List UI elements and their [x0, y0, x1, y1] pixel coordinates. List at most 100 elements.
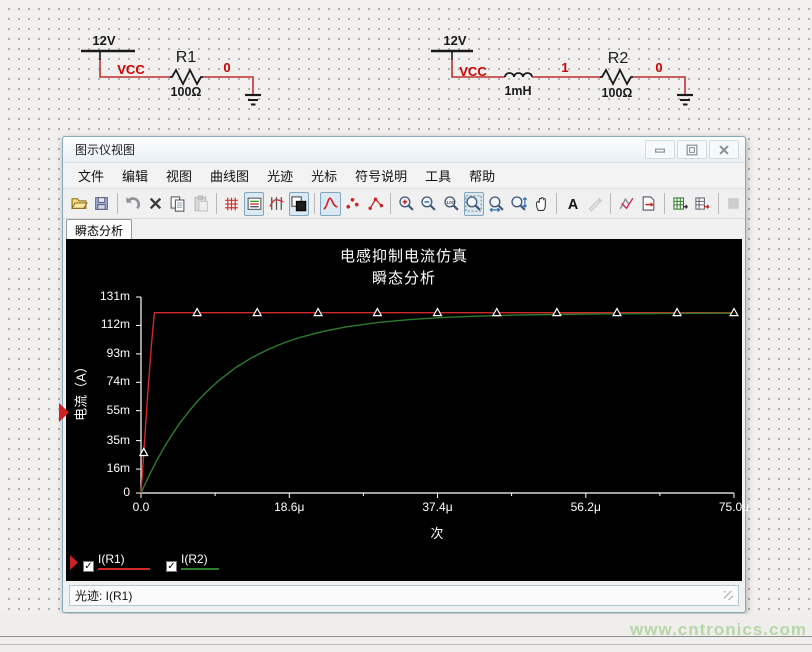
- edit-text-icon: [585, 192, 605, 216]
- minimize-button[interactable]: [645, 140, 675, 159]
- supply-label-left: 12V: [92, 33, 115, 48]
- status-text: 光迹: I(R1): [75, 587, 132, 604]
- menu-item-符号说明[interactable]: 符号说明: [346, 163, 416, 188]
- divider-line: [0, 644, 812, 645]
- net-label-vcc-right: VCC: [459, 64, 487, 79]
- minimize-icon: [653, 143, 667, 157]
- x-tick-label: 18.6μ: [259, 500, 319, 514]
- line-points-style-icon[interactable]: [365, 192, 385, 216]
- zoom-vertical-icon[interactable]: [509, 192, 529, 216]
- open-icon[interactable]: [69, 192, 89, 216]
- export-excel-icon[interactable]: [670, 192, 690, 216]
- legend-icon[interactable]: [244, 192, 264, 216]
- line-style-icon[interactable]: [320, 192, 340, 216]
- toolbar-separator: [216, 193, 217, 214]
- tab-bar: 瞬态分析: [63, 219, 745, 239]
- y-tick-label: 55m: [66, 403, 130, 417]
- watermark: www.cntronics.com: [630, 620, 807, 640]
- menu-item-视图[interactable]: 视图: [157, 163, 201, 188]
- invert-colors-icon[interactable]: [289, 192, 309, 216]
- legend-color-line: [181, 568, 219, 570]
- zoom-horizontal-icon[interactable]: [486, 192, 506, 216]
- menu-bar: 文件编辑视图曲线图光迹光标符号说明工具帮助: [63, 163, 745, 189]
- zoom-out-icon[interactable]: [419, 192, 439, 216]
- scatter-style-icon[interactable]: [343, 192, 363, 216]
- legend-label: I(R2): [181, 552, 219, 566]
- menu-item-文件[interactable]: 文件: [69, 163, 113, 188]
- y-tick-label: 0: [66, 485, 130, 499]
- paste-icon: [190, 192, 210, 216]
- net-label-0-right: 0: [655, 60, 662, 75]
- menu-item-编辑[interactable]: 编辑: [113, 163, 157, 188]
- toolbar-separator: [664, 193, 665, 214]
- ground-symbol-left[interactable]: [245, 95, 261, 105]
- toolbar-separator: [314, 193, 315, 214]
- y-tick-label: 74m: [66, 374, 130, 388]
- save-icon[interactable]: [91, 192, 111, 216]
- tab-transient-analysis[interactable]: 瞬态分析: [66, 219, 132, 239]
- refdes-r2: R2: [608, 50, 629, 67]
- legend-item-I(R1)[interactable]: ✓I(R1): [83, 552, 150, 572]
- x-tick-label: 75.0μ: [704, 500, 764, 514]
- plot[interactable]: [66, 239, 742, 581]
- value-r1: 100Ω: [171, 85, 202, 99]
- zoom-select-icon[interactable]: [464, 192, 484, 216]
- stop-icon: [724, 192, 744, 216]
- schematic-canvas[interactable]: 12V VCC R1 0 100Ω 12V VCC 1mH 1 R2 100Ω …: [0, 0, 812, 652]
- resistor-r1[interactable]: [170, 70, 203, 84]
- selected-legend-arrow: [70, 555, 79, 570]
- y-tick-label: 93m: [66, 346, 130, 360]
- text-icon[interactable]: A: [562, 192, 582, 216]
- refdes-r1: R1: [176, 49, 197, 66]
- vcc-symbol-right[interactable]: [431, 51, 473, 60]
- supply-label-right: 12V: [443, 33, 466, 48]
- wire[interactable]: [203, 77, 253, 95]
- toolbar-separator: [718, 193, 719, 214]
- x-tick-label: 56.2μ: [556, 500, 616, 514]
- vcc-symbol-left[interactable]: [81, 51, 135, 60]
- legend: ✓I(R1)✓I(R2): [70, 552, 235, 578]
- menu-item-光迹[interactable]: 光迹: [258, 163, 302, 188]
- export-data-icon[interactable]: [692, 192, 712, 216]
- toolbar-separator: [390, 193, 391, 214]
- status-bar: 光迹: I(R1): [63, 581, 745, 611]
- resize-grip[interactable]: [724, 591, 733, 600]
- delete-icon[interactable]: [145, 192, 165, 216]
- restore-button[interactable]: [677, 140, 707, 159]
- export-icon[interactable]: [638, 192, 658, 216]
- y-tick-label: 35m: [66, 433, 130, 447]
- show-cursors-icon[interactable]: [266, 192, 286, 216]
- ground-symbol-right[interactable]: [677, 95, 693, 105]
- menu-item-曲线图[interactable]: 曲线图: [201, 163, 258, 188]
- legend-item-I(R2)[interactable]: ✓ I(R2): [166, 552, 219, 572]
- toolbar-separator: [117, 193, 118, 214]
- grid-icon[interactable]: [221, 192, 241, 216]
- copy-icon[interactable]: [168, 192, 188, 216]
- legend-checkbox[interactable]: ✓: [166, 561, 177, 572]
- toolbar-separator: [556, 193, 557, 214]
- inductor-l1[interactable]: [505, 73, 532, 77]
- wire[interactable]: [633, 77, 685, 95]
- window-titlebar[interactable]: 图示仪视图: [63, 137, 745, 163]
- zoom-in-icon[interactable]: [396, 192, 416, 216]
- net-label-1: 1: [561, 60, 568, 75]
- value-l1: 1mH: [504, 84, 531, 98]
- close-button[interactable]: [709, 140, 739, 159]
- chart-area: 电感抑制电流仿真 瞬态分析 电流（A） 次 ✓I(R1)✓I(R2) 016m3…: [66, 239, 742, 581]
- value-r2: 100Ω: [602, 86, 633, 100]
- x-tick-label: 37.4μ: [408, 500, 468, 514]
- menu-item-工具[interactable]: 工具: [416, 163, 460, 188]
- zoom-100-icon[interactable]: 100: [441, 192, 461, 216]
- y-tick-label: 112m: [66, 317, 130, 331]
- circuit-schematic: 12V VCC R1 0 100Ω 12V VCC 1mH 1 R2 100Ω …: [0, 0, 812, 132]
- menu-item-帮助[interactable]: 帮助: [460, 163, 504, 188]
- bottom-strip: www.cntronics.com: [0, 614, 812, 652]
- legend-checkbox[interactable]: ✓: [83, 561, 94, 572]
- resistor-r2[interactable]: [600, 70, 633, 84]
- svg-text:100: 100: [446, 200, 454, 206]
- overlay-traces-icon[interactable]: [616, 192, 636, 216]
- pan-icon[interactable]: [531, 192, 551, 216]
- menu-item-光标[interactable]: 光标: [302, 163, 346, 188]
- selected-trace-arrow: [59, 403, 70, 422]
- undo-icon[interactable]: [123, 192, 143, 216]
